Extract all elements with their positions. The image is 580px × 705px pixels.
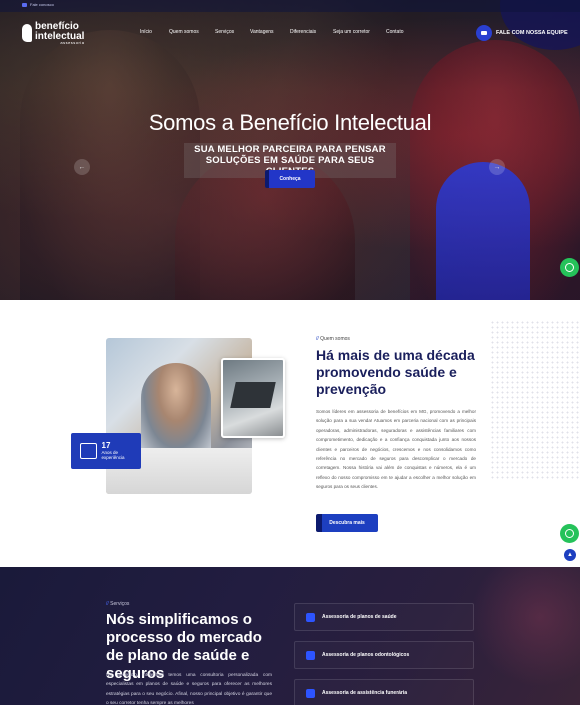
experience-badge: 17 Anos de experiência: [71, 433, 141, 469]
logo[interactable]: benefício intelectual assessoria: [22, 22, 84, 45]
logo-mark-icon: [22, 24, 32, 43]
people-icon: [80, 443, 97, 459]
logo-line3: assessoria: [60, 40, 85, 45]
experience-number: 17: [101, 441, 111, 450]
slider-prev-button[interactable]: ←: [74, 159, 90, 175]
service-card-odonto[interactable]: Assessoria de planos odontológicos: [294, 641, 474, 669]
photo-man: [141, 363, 211, 453]
services-glow: [470, 567, 580, 687]
service-card-label: Assessoria de planos odontológicos: [322, 652, 410, 658]
phone-link[interactable]: Fale conosco: [22, 2, 54, 7]
about-text: Somos líderes em assessoria de benefício…: [316, 409, 476, 490]
nav-item-servicos[interactable]: Serviços: [215, 29, 250, 35]
nav-item-inicio[interactable]: Início: [140, 29, 169, 35]
main-navbar: benefício intelectual assessoria Início …: [0, 12, 580, 54]
eyebrow-slash: //: [316, 336, 319, 342]
hero-title: Somos a Benefício Intelectual: [148, 110, 432, 135]
services-section: // Serviços Nós simplificamos o processo…: [0, 567, 580, 705]
service-card-label: Assessoria de assistência funerária: [322, 690, 408, 696]
service-icon: [306, 612, 315, 622]
dot-pattern: [490, 320, 580, 480]
mail-icon: [476, 25, 492, 41]
conheca-button[interactable]: Conheça: [265, 170, 315, 188]
hero-section: Fale conosco benefício intelectual asses…: [0, 0, 580, 300]
nav-item-vantagens[interactable]: Vantagens: [250, 29, 290, 35]
phone-icon: [22, 2, 27, 7]
slider-next-button[interactable]: →: [489, 159, 505, 175]
nav-item-diferenciais[interactable]: Diferenciais: [290, 29, 333, 35]
contact-team-label: FALE COM NOSSA EQUIPE: [496, 30, 568, 36]
experience-label: Anos de experiência: [101, 450, 125, 460]
logo-text: benefício intelectual assessoria: [35, 22, 84, 45]
hero-decor-arch: [436, 162, 530, 300]
photo-laptop: [230, 382, 276, 408]
whatsapp-icon[interactable]: [560, 524, 579, 543]
eyebrow-slash: //: [106, 601, 109, 607]
top-bar: Fale conosco: [0, 0, 580, 12]
nav-menu: Início Quem somos Serviços Vantagens Dif…: [140, 29, 416, 35]
about-section: 17 Anos de experiência // Quem somos Há …: [0, 300, 580, 567]
nav-item-seja-corretor[interactable]: Seja um corretor: [333, 29, 386, 35]
services-eyebrow: // Serviços: [106, 601, 129, 607]
about-eyebrow: // Quem somos: [316, 336, 350, 342]
whatsapp-icon[interactable]: [560, 258, 579, 277]
descubra-mais-button[interactable]: Descubra mais: [316, 514, 378, 532]
contact-team-button[interactable]: FALE COM NOSSA EQUIPE: [476, 25, 568, 41]
service-icon: [306, 650, 315, 660]
about-photo-small: [221, 358, 285, 438]
phone-label: Fale conosco: [30, 2, 54, 7]
nav-item-quem-somos[interactable]: Quem somos: [169, 29, 215, 35]
arrow-up-icon[interactable]: ▲: [564, 549, 576, 561]
service-icon: [306, 688, 315, 698]
service-card-funeraria[interactable]: Assessoria de assistência funerária: [294, 679, 474, 705]
eyebrow-text: Quem somos: [320, 336, 350, 342]
services-text: Na Benefício Intelectual temos uma consu…: [106, 673, 272, 705]
nav-item-contato[interactable]: Contato: [386, 29, 416, 35]
service-card-label: Assessoria de planos de saúde: [322, 614, 397, 620]
service-card-saude[interactable]: Assessoria de planos de saúde: [294, 603, 474, 631]
eyebrow-text: Serviços: [110, 601, 130, 607]
about-title: Há mais de uma década promovendo saúde e…: [316, 347, 475, 397]
